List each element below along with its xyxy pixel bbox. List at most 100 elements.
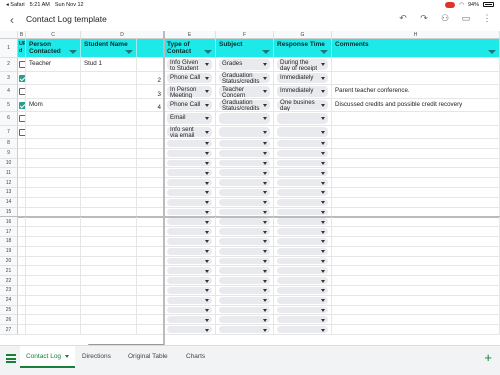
cell-response[interactable] bbox=[274, 158, 332, 168]
dropdown-type[interactable] bbox=[167, 189, 212, 196]
column-header[interactable]: H bbox=[332, 31, 500, 39]
row-number[interactable]: 23 bbox=[0, 286, 18, 296]
row-number[interactable]: 1 bbox=[0, 39, 18, 58]
cell-comments[interactable] bbox=[332, 178, 500, 187]
cell-spacer[interactable] bbox=[137, 158, 164, 168]
cell-response[interactable] bbox=[274, 188, 332, 197]
cell-comments[interactable] bbox=[332, 276, 500, 285]
undo-icon[interactable]: ↶ bbox=[398, 13, 408, 24]
cell-spacer[interactable]: 2 bbox=[137, 71, 164, 84]
dropdown-response[interactable] bbox=[277, 228, 328, 235]
cell-response[interactable]: Immediately bbox=[274, 85, 332, 98]
dropdown-type[interactable] bbox=[167, 247, 212, 255]
cell-person[interactable] bbox=[26, 178, 81, 187]
sheet-tab[interactable]: Charts bbox=[180, 346, 211, 368]
dropdown-subject[interactable] bbox=[219, 113, 270, 124]
cell-updated[interactable] bbox=[18, 295, 26, 305]
cell-response[interactable] bbox=[274, 246, 332, 256]
cell-comments[interactable] bbox=[332, 227, 500, 236]
cell-response[interactable] bbox=[274, 112, 332, 125]
row-number[interactable]: 12 bbox=[0, 178, 18, 188]
cell-spacer[interactable] bbox=[137, 58, 164, 71]
dropdown-response[interactable] bbox=[277, 169, 328, 177]
cell-student[interactable] bbox=[81, 295, 137, 305]
add-sheet-icon[interactable]: + bbox=[484, 350, 492, 365]
cell-comments[interactable] bbox=[332, 188, 500, 197]
cell-subject[interactable] bbox=[216, 246, 274, 256]
cell-updated[interactable] bbox=[18, 276, 26, 285]
dropdown-type[interactable] bbox=[167, 287, 212, 294]
cell-comments[interactable] bbox=[332, 71, 500, 84]
cell-subject[interactable] bbox=[216, 168, 274, 178]
cell-updated[interactable] bbox=[18, 237, 26, 246]
dropdown-subject[interactable]: Graduation Status/credits bbox=[219, 72, 270, 84]
cell-spacer[interactable] bbox=[137, 256, 164, 266]
comment-icon[interactable]: ▭ bbox=[461, 13, 471, 24]
cell-comments[interactable] bbox=[332, 295, 500, 305]
cell-response[interactable] bbox=[274, 305, 332, 315]
cell-updated[interactable] bbox=[18, 168, 26, 178]
cell-updated[interactable] bbox=[18, 315, 26, 325]
cell-student[interactable] bbox=[81, 125, 137, 138]
cell-spacer[interactable] bbox=[137, 227, 164, 236]
sheet-tab[interactable]: Directions bbox=[76, 346, 117, 368]
cell-comments[interactable] bbox=[332, 148, 500, 158]
cell-subject[interactable]: Graduation Status/credits bbox=[216, 71, 274, 84]
dropdown-response[interactable] bbox=[277, 218, 328, 226]
cell-comments[interactable] bbox=[332, 168, 500, 178]
dropdown-type[interactable] bbox=[167, 208, 212, 216]
filter-icon[interactable] bbox=[320, 50, 328, 54]
checkbox-unchecked[interactable] bbox=[18, 61, 25, 69]
dropdown-subject[interactable] bbox=[219, 267, 270, 275]
dropdown-subject[interactable]: Grades bbox=[219, 59, 270, 70]
dropdown-type[interactable] bbox=[167, 140, 212, 147]
checkbox-unchecked[interactable] bbox=[18, 88, 25, 96]
cell-comments[interactable] bbox=[332, 217, 500, 227]
row-number[interactable]: 11 bbox=[0, 168, 18, 179]
dropdown-type[interactable] bbox=[167, 326, 212, 333]
cell-type[interactable] bbox=[164, 246, 216, 256]
dropdown-type[interactable] bbox=[167, 277, 212, 284]
dropdown-subject[interactable]: Teacher Concern bbox=[219, 86, 270, 98]
cell-response[interactable]: During the day of receipt bbox=[274, 58, 332, 71]
cell-updated[interactable] bbox=[18, 98, 26, 111]
dropdown-type[interactable]: Phone Call bbox=[167, 72, 212, 83]
cell-subject[interactable] bbox=[216, 276, 274, 285]
back-icon[interactable]: ‹ bbox=[10, 13, 14, 27]
row-number[interactable]: 9 bbox=[0, 148, 18, 159]
header-cell-spacer[interactable] bbox=[137, 39, 164, 57]
cell-person[interactable] bbox=[26, 197, 81, 207]
dropdown-response[interactable] bbox=[277, 198, 328, 206]
cell-student[interactable] bbox=[81, 197, 137, 207]
cell-person[interactable] bbox=[26, 188, 81, 197]
row-number[interactable]: 2 bbox=[0, 58, 18, 72]
cell-student[interactable] bbox=[81, 276, 137, 285]
dropdown-response[interactable] bbox=[277, 326, 328, 333]
dropdown-response[interactable] bbox=[277, 140, 328, 147]
cell-spacer[interactable] bbox=[137, 207, 164, 217]
cell-subject[interactable]: Graduation Status/credits bbox=[216, 98, 274, 111]
cell-person[interactable] bbox=[26, 168, 81, 178]
cell-updated[interactable] bbox=[18, 188, 26, 197]
cell-type[interactable]: Phone Call bbox=[164, 71, 216, 84]
cell-response[interactable] bbox=[274, 168, 332, 178]
filter-icon[interactable] bbox=[204, 50, 212, 54]
cell-type[interactable] bbox=[164, 168, 216, 178]
row-number[interactable]: 18 bbox=[0, 237, 18, 247]
cell-comments[interactable]: Parent teacher conference. bbox=[332, 85, 500, 98]
dropdown-response[interactable] bbox=[277, 149, 328, 157]
row-number[interactable]: 4 bbox=[0, 85, 18, 99]
cell-spacer[interactable] bbox=[137, 197, 164, 207]
cell-type[interactable] bbox=[164, 237, 216, 246]
redo-icon[interactable]: ↷ bbox=[419, 13, 429, 24]
dropdown-type[interactable] bbox=[167, 238, 212, 245]
cell-subject[interactable] bbox=[216, 207, 274, 217]
dropdown-subject[interactable] bbox=[219, 198, 270, 206]
cell-student[interactable] bbox=[81, 237, 137, 246]
dropdown-type[interactable]: Phone Call bbox=[167, 99, 212, 110]
cell-subject[interactable] bbox=[216, 305, 274, 315]
row-number[interactable]: 27 bbox=[0, 325, 18, 335]
dropdown-subject[interactable] bbox=[219, 326, 270, 333]
cell-comments[interactable] bbox=[332, 237, 500, 246]
dropdown-subject[interactable]: Graduation Status/credits bbox=[219, 99, 270, 111]
